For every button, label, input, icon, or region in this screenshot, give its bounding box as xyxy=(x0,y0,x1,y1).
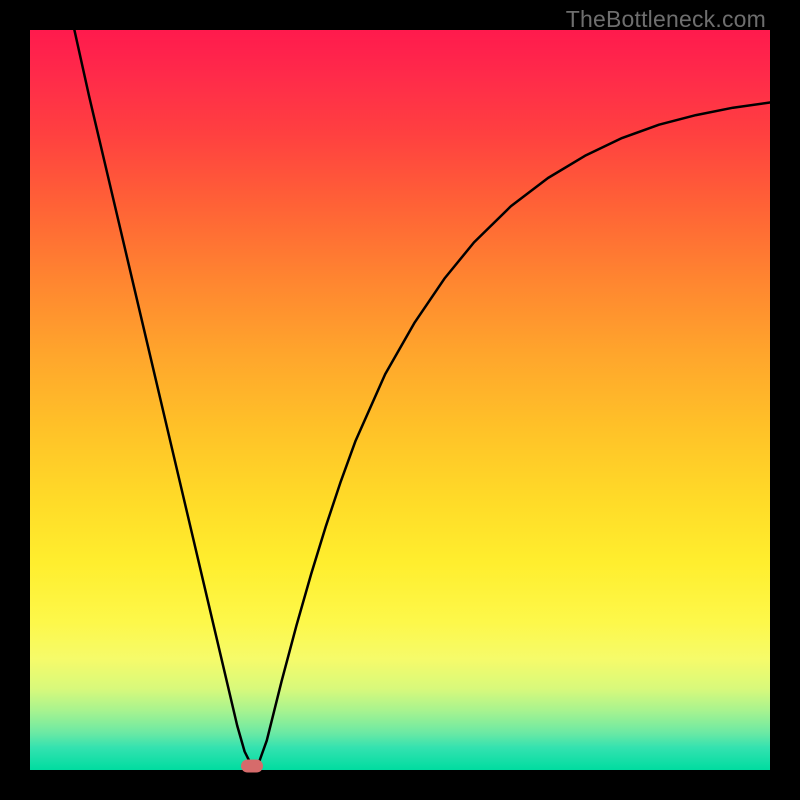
minimum-marker xyxy=(241,760,263,773)
watermark-text: TheBottleneck.com xyxy=(566,6,766,33)
chart-frame xyxy=(30,30,770,770)
bottleneck-curve xyxy=(30,30,770,770)
